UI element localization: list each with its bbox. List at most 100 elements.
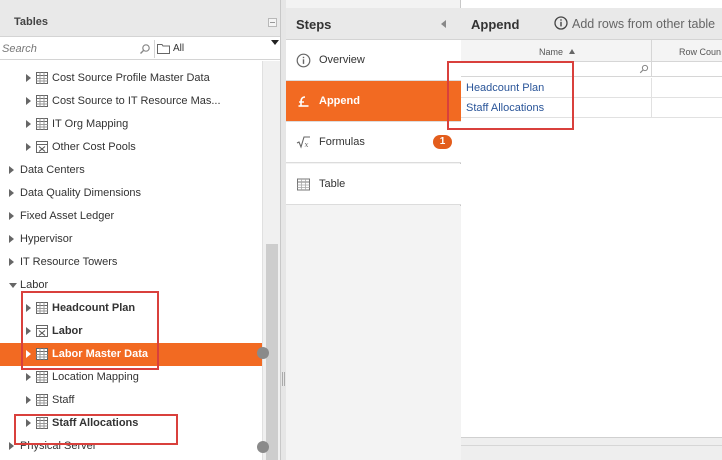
- table-row[interactable]: Staff Allocations: [461, 98, 722, 118]
- tree-item-label: Staff Allocations: [52, 417, 139, 429]
- scroll-position-marker: [257, 347, 269, 359]
- chevron-right-icon[interactable]: [9, 166, 14, 174]
- table-icon: [36, 118, 48, 130]
- tree-item-folder[interactable]: Hypervisor: [0, 228, 262, 251]
- append-icon: [298, 96, 309, 107]
- append-hint-text: Add rows from other table: [572, 17, 716, 31]
- append-panel: Append Add rows from other table Name Ro…: [461, 0, 722, 460]
- chevron-down-icon[interactable]: [9, 283, 17, 288]
- collapse-panel-button[interactable]: [268, 18, 277, 27]
- search-input[interactable]: [0, 41, 136, 57]
- step-formulas[interactable]: x Formulas 1: [286, 122, 461, 163]
- svg-text:x: x: [305, 141, 309, 149]
- tables-panel: Tables All Cost Source Profile Master Da…: [0, 0, 281, 460]
- info-icon: [296, 53, 311, 68]
- tree-item-label: Headcount Plan: [52, 302, 136, 314]
- table-icon: [36, 417, 48, 429]
- calc-table-icon: [36, 141, 48, 153]
- formula-icon: x: [296, 136, 310, 149]
- splitter-grip-icon[interactable]: [282, 372, 285, 386]
- scroll-position-marker: [257, 441, 269, 453]
- chevron-right-icon[interactable]: [26, 97, 31, 105]
- tree-item-label: Fixed Asset Ledger: [20, 210, 115, 222]
- steps-panel-title: Steps: [296, 17, 332, 32]
- tree-item-table[interactable]: Cost Source Profile Master Data: [0, 67, 262, 90]
- tree-item-folder[interactable]: Data Centers: [0, 159, 262, 182]
- tree-item-label: Cost Source to IT Resource Mas...: [52, 95, 221, 107]
- table-icon: [36, 72, 48, 84]
- collapse-left-icon[interactable]: [441, 20, 446, 28]
- tree-item-label: Other Cost Pools: [52, 141, 136, 153]
- chevron-right-icon[interactable]: [9, 442, 14, 450]
- table-icon: [36, 371, 48, 383]
- chevron-right-icon[interactable]: [9, 258, 14, 266]
- step-label: Table: [319, 178, 346, 190]
- folder-icon: [157, 44, 170, 54]
- tree-item-table[interactable]: Staff: [0, 389, 262, 412]
- tree-item-label: Data Quality Dimensions: [20, 187, 142, 199]
- table-row[interactable]: Headcount Plan: [461, 78, 722, 98]
- grid-cell-name: Headcount Plan: [461, 78, 652, 98]
- tree-item-folder[interactable]: Physical Server: [0, 435, 262, 458]
- chevron-right-icon[interactable]: [9, 212, 14, 220]
- column-header-row-count[interactable]: Row Coun: [679, 47, 721, 57]
- tree-item-table[interactable]: Staff Allocations: [0, 412, 262, 435]
- tree-item-folder[interactable]: IT Resource Towers: [0, 251, 262, 274]
- column-header-name[interactable]: Name: [461, 40, 652, 62]
- sort-ascending-icon: [569, 49, 575, 54]
- tree-item-label: Data Centers: [20, 164, 85, 176]
- chevron-down-icon[interactable]: [271, 40, 279, 45]
- chevron-right-icon[interactable]: [26, 373, 31, 381]
- tree-item-table[interactable]: IT Org Mapping: [0, 113, 262, 136]
- chevron-right-icon[interactable]: [26, 419, 31, 427]
- app-window: Tables All Cost Source Profile Master Da…: [0, 0, 722, 460]
- chevron-right-icon[interactable]: [26, 327, 31, 335]
- tree-item-table[interactable]: Location Mapping: [0, 366, 262, 389]
- chevron-right-icon[interactable]: [26, 120, 31, 128]
- filter-separator: [154, 40, 155, 58]
- name-filter-input[interactable]: [461, 62, 652, 77]
- chevron-right-icon[interactable]: [26, 350, 31, 358]
- tree-item-table[interactable]: Labor Master Data: [0, 343, 262, 366]
- formula-count-badge: 1: [433, 135, 452, 149]
- folder-filter-value[interactable]: All: [173, 43, 184, 54]
- tree-item-label: Staff: [52, 394, 75, 406]
- tree-item-label: IT Org Mapping: [52, 118, 129, 130]
- tree-item-table[interactable]: Cost Source to IT Resource Mas...: [0, 90, 262, 113]
- step-table[interactable]: Table: [286, 164, 461, 205]
- step-label: Overview: [319, 54, 365, 66]
- tree-item-table[interactable]: Other Cost Pools: [0, 136, 262, 159]
- append-panel-header: Append Add rows from other table: [461, 8, 722, 40]
- tree-item-folder[interactable]: Data Quality Dimensions: [0, 182, 262, 205]
- tree-item-table[interactable]: Labor: [0, 320, 262, 343]
- table-icon: [36, 394, 48, 406]
- tree-item-folder[interactable]: Labor: [0, 274, 262, 297]
- step-label: Formulas: [319, 136, 365, 148]
- chevron-right-icon[interactable]: [26, 74, 31, 82]
- search-icon[interactable]: [139, 43, 151, 55]
- tree-item-label: Cost Source Profile Master Data: [52, 72, 210, 84]
- grid-filter-row: [461, 62, 722, 77]
- tree-item-folder[interactable]: Fixed Asset Ledger: [0, 205, 262, 228]
- row-table-name[interactable]: Staff Allocations: [466, 102, 544, 114]
- table-icon: [297, 178, 310, 191]
- chevron-right-icon[interactable]: [9, 235, 14, 243]
- chevron-right-icon[interactable]: [26, 143, 31, 151]
- column-header-label: Name: [539, 47, 564, 57]
- search-bar: All: [0, 38, 280, 60]
- row-table-name[interactable]: Headcount Plan: [466, 82, 544, 94]
- tree-item-label: Hypervisor: [20, 233, 73, 245]
- chevron-right-icon[interactable]: [26, 396, 31, 404]
- chevron-right-icon[interactable]: [9, 189, 14, 197]
- step-overview[interactable]: Overview: [286, 40, 461, 81]
- tree-scrollbar[interactable]: [257, 61, 280, 460]
- tree-item-label: Labor: [52, 325, 83, 337]
- grid-header: Name Row Coun: [461, 40, 722, 62]
- tree-item-table[interactable]: Headcount Plan: [0, 297, 262, 320]
- step-append[interactable]: Append: [286, 81, 461, 122]
- tree-item-label: Labor Master Data: [52, 348, 148, 360]
- search-icon[interactable]: [639, 64, 649, 74]
- table-icon: [36, 95, 48, 107]
- steps-panel: Steps Overview Append x Formulas 1 Table: [286, 0, 461, 460]
- chevron-right-icon[interactable]: [26, 304, 31, 312]
